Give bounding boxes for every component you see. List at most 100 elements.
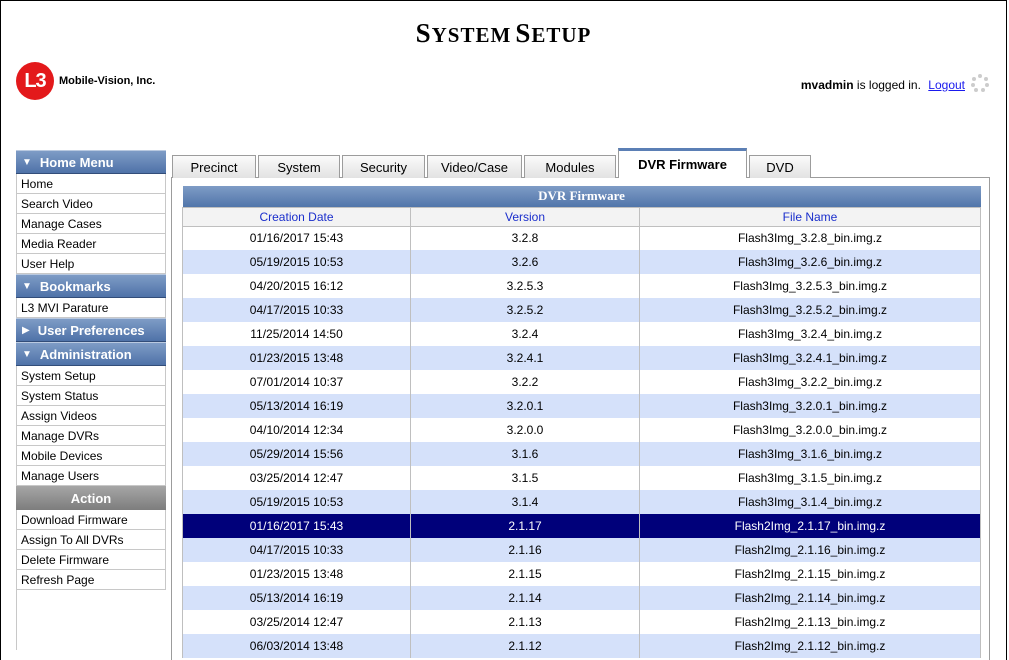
table-row[interactable]: 06/03/2014 13:48 2.1.12 Flash2Img_2.1.12_b… <box>182 634 981 658</box>
cell-file-name: Flash2Img_2.1.12_bin.img.z <box>639 634 981 658</box>
tab-precinct[interactable]: Precinct <box>172 155 256 178</box>
cell-version: 3.1.5 <box>410 466 640 490</box>
l3-logo-icon: L3 <box>16 62 54 100</box>
cell-creation-date: 05/13/2014 16:19 <box>182 586 411 610</box>
action-download-firmware[interactable]: Download Firmware <box>16 510 166 530</box>
cell-creation-date: 04/17/2015 10:33 <box>182 298 411 322</box>
cell-version: 3.2.4.1 <box>410 346 640 370</box>
page-title: SYSTEM SETUP <box>415 18 592 48</box>
table-row[interactable]: 07/01/2014 10:37 3.2.2 Flash3Img_3.2.2_bin… <box>182 370 981 394</box>
table-row[interactable]: 01/16/2017 15:43 2.1.17 Flash2Img_2.1.17_b… <box>182 514 981 538</box>
sidebar: ▼ Home Menu Home Search Video Manage Cas… <box>16 150 166 650</box>
table-row[interactable]: 05/19/2015 10:53 3.1.4 Flash3Img_3.1.4_bin… <box>182 490 981 514</box>
sidebar-item-manage-dvrs[interactable]: Manage DVRs <box>16 426 166 446</box>
column-version[interactable]: Version <box>410 206 640 227</box>
sidebar-item-manage-users[interactable]: Manage Users <box>16 466 166 486</box>
table-row[interactable]: 01/16/2017 15:43 3.2.8 Flash3Img_3.2.8_bin… <box>182 226 981 250</box>
table-row[interactable]: 05/13/2014 16:19 3.2.0.1 Flash3Img_3.2.0.1… <box>182 394 981 418</box>
table-row[interactable]: 03/25/2014 12:47 3.1.5 Flash3Img_3.1.5_bin… <box>182 466 981 490</box>
action-refresh-page[interactable]: Refresh Page <box>16 570 166 590</box>
cell-creation-date: 07/01/2014 10:37 <box>182 370 411 394</box>
home-menu-header[interactable]: ▼ Home Menu <box>16 150 166 174</box>
cell-creation-date: 05/19/2015 10:53 <box>182 250 411 274</box>
table-row[interactable]: 03/25/2014 12:47 2.1.13 Flash2Img_2.1.13_b… <box>182 610 981 634</box>
table-row[interactable]: 04/20/2015 16:12 3.2.5.3 Flash3Img_3.2.5.3… <box>182 274 981 298</box>
cell-creation-date: 03/25/2014 12:47 <box>182 610 411 634</box>
company-logo: L3 Mobile-Vision, Inc. <box>16 62 155 100</box>
login-status-text: is logged in. <box>853 78 921 92</box>
cell-file-name: Flash3Img_3.2.2_bin.img.z <box>639 370 981 394</box>
cell-file-name: Flash2Img_2.1.17_bin.img.z <box>639 514 981 538</box>
cell-creation-date: 01/23/2015 13:48 <box>182 562 411 586</box>
logout-link[interactable]: Logout <box>928 78 965 92</box>
cell-creation-date: 05/13/2014 16:19 <box>182 394 411 418</box>
dvr-firmware-panel: DVR Firmware Creation Date Version File … <box>171 177 990 660</box>
tab-dvd[interactable]: DVD <box>749 155 811 178</box>
cell-version: 2.1.15 <box>410 562 640 586</box>
cell-version: 2.1.13 <box>410 610 640 634</box>
table-row[interactable]: 04/10/2014 12:34 3.2.0.0 Flash3Img_3.2.0.0… <box>182 418 981 442</box>
cell-file-name: Flash3Img_3.1.5_bin.img.z <box>639 466 981 490</box>
cell-file-name: Flash2Img_2.1.13_bin.img.z <box>639 610 981 634</box>
cell-creation-date: 04/20/2015 16:12 <box>182 274 411 298</box>
cell-file-name: Flash3Img_3.2.4.1_bin.img.z <box>639 346 981 370</box>
triangle-down-icon: ▼ <box>22 156 32 168</box>
sidebar-item-manage-cases[interactable]: Manage Cases <box>16 214 166 234</box>
table-row[interactable]: 04/17/2015 10:33 2.1.16 Flash2Img_2.1.16_b… <box>182 538 981 562</box>
table-row[interactable]: 05/13/2014 16:19 2.1.14 Flash2Img_2.1.14_b… <box>182 586 981 610</box>
triangle-down-icon: ▼ <box>22 280 32 292</box>
tab-bar: Precinct System Security Video/Case Modu… <box>171 148 991 178</box>
cell-creation-date: 04/17/2015 10:33 <box>182 538 411 562</box>
cell-file-name: Flash3Img_3.2.8_bin.img.z <box>639 226 981 250</box>
column-file-name[interactable]: File Name <box>639 206 981 227</box>
cell-version: 3.2.0.0 <box>410 418 640 442</box>
cell-version: 3.2.5.2 <box>410 298 640 322</box>
table-row[interactable]: 01/23/2015 13:48 3.2.4.1 Flash3Img_3.2.4.1… <box>182 346 981 370</box>
table-row[interactable]: 01/23/2015 13:48 2.1.15 Flash2Img_2.1.15_b… <box>182 562 981 586</box>
cell-version: 3.1.4 <box>410 490 640 514</box>
sidebar-item-mobile-devices[interactable]: Mobile Devices <box>16 446 166 466</box>
table-row[interactable]: 11/25/2014 14:50 3.2.4 Flash3Img_3.2.4_bin… <box>182 322 981 346</box>
login-status: mvadmin is logged in. Logout <box>801 78 965 92</box>
bookmarks-header[interactable]: ▼ Bookmarks <box>16 274 166 298</box>
cell-file-name: Flash2Img_2.1.16_bin.img.z <box>639 538 981 562</box>
cell-creation-date: 01/16/2017 15:43 <box>182 514 411 538</box>
tab-system[interactable]: System <box>258 155 340 178</box>
action-assign-to-all-dvrs[interactable]: Assign To All DVRs <box>16 530 166 550</box>
cell-creation-date: 11/25/2014 14:50 <box>182 322 411 346</box>
tab-dvr-firmware[interactable]: DVR Firmware <box>618 148 747 178</box>
sidebar-item-media-reader[interactable]: Media Reader <box>16 234 166 254</box>
cell-version: 3.2.6 <box>410 250 640 274</box>
cell-file-name: Flash3Img_3.2.0.1_bin.img.z <box>639 394 981 418</box>
cell-version: 2.1.14 <box>410 586 640 610</box>
cell-file-name: Flash3Img_3.1.6_bin.img.z <box>639 442 981 466</box>
sidebar-item-assign-videos[interactable]: Assign Videos <box>16 406 166 426</box>
tab-security[interactable]: Security <box>342 155 425 178</box>
company-name: Mobile-Vision, Inc. <box>59 75 156 87</box>
sidebar-spacer <box>16 590 166 650</box>
sidebar-item-system-status[interactable]: System Status <box>16 386 166 406</box>
sidebar-item-system-setup[interactable]: System Setup <box>16 366 166 386</box>
tab-modules[interactable]: Modules <box>524 155 616 178</box>
cell-version: 2.1.12 <box>410 634 640 658</box>
sidebar-item-user-help[interactable]: User Help <box>16 254 166 274</box>
action-delete-firmware[interactable]: Delete Firmware <box>16 550 166 570</box>
sidebar-item-search-video[interactable]: Search Video <box>16 194 166 214</box>
sidebar-item-l3-mvi-parature[interactable]: L3 MVI Parature <box>16 298 166 318</box>
cell-file-name: Flash3Img_3.1.4_bin.img.z <box>639 490 981 514</box>
action-header: Action <box>16 486 166 510</box>
tab-video-case[interactable]: Video/Case <box>427 155 522 178</box>
table-row[interactable]: 05/19/2015 10:53 3.2.6 Flash3Img_3.2.6_bin… <box>182 250 981 274</box>
cell-file-name: Flash2Img_2.1.14_bin.img.z <box>639 586 981 610</box>
cell-version: 3.2.4 <box>410 322 640 346</box>
cell-version: 3.2.8 <box>410 226 640 250</box>
user-preferences-header[interactable]: ▶ User Preferences <box>16 318 166 342</box>
cell-creation-date: 01/23/2015 13:48 <box>182 346 411 370</box>
sidebar-item-home[interactable]: Home <box>16 174 166 194</box>
column-creation-date[interactable]: Creation Date <box>182 206 411 227</box>
table-row[interactable]: 04/17/2015 10:33 3.2.5.2 Flash3Img_3.2.5.2… <box>182 298 981 322</box>
administration-header[interactable]: ▼ Administration <box>16 342 166 366</box>
cell-version: 2.1.17 <box>410 514 640 538</box>
table-row[interactable]: 05/29/2014 15:56 3.1.6 Flash3Img_3.1.6_bin… <box>182 442 981 466</box>
cell-file-name: Flash3Img_3.2.5.3_bin.img.z <box>639 274 981 298</box>
